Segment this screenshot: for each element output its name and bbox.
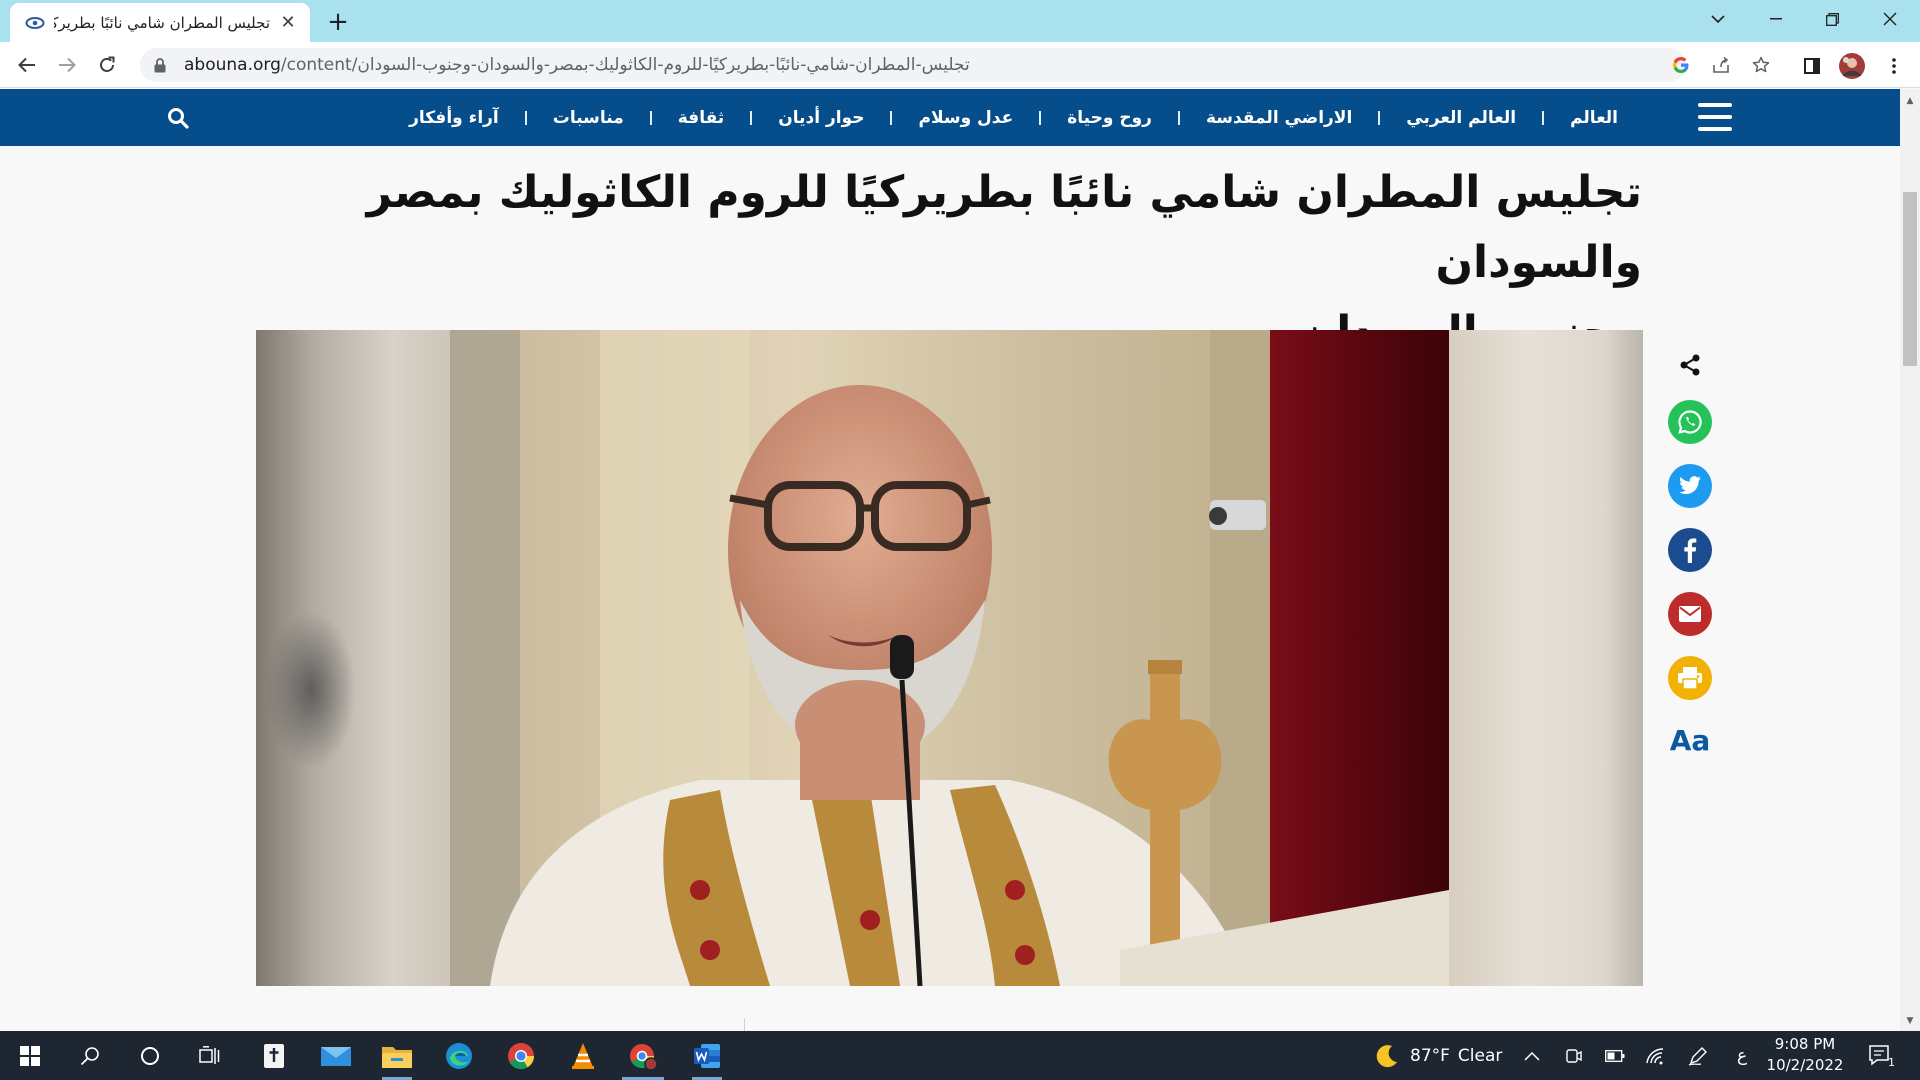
search-icon[interactable] [164,104,192,132]
wifi-icon[interactable] [1645,1031,1665,1080]
nav-link-occasions[interactable]: مناسبات [527,108,650,128]
browser-tab-strip: تجليس المطران شامي نائبًا بطريركيًا ✕ + [0,0,1920,42]
side-panel-icon[interactable] [1796,50,1828,82]
show-hidden-icons-chevron-icon[interactable] [1524,1031,1540,1080]
nav-link-arab-world[interactable]: العالم العربي [1380,108,1542,128]
share-page-icon[interactable] [1706,50,1736,80]
meta-divider [744,1018,745,1031]
file-explorer-icon[interactable] [372,1031,422,1080]
weather-widget[interactable]: 87°F Clear [1374,1031,1502,1080]
nav-link-world[interactable]: العالم [1544,108,1644,128]
headline-line-1: تجليس المطران شامي نائبًا بطريركيًا للرو… [366,167,1642,288]
hero-blur-left [256,330,450,986]
nav-link-justice-and-peace[interactable]: عدل وسلام [892,108,1039,128]
font-size-button[interactable]: Aa [1668,720,1712,760]
whatsapp-share-icon[interactable] [1668,400,1712,444]
nav-link-opinions[interactable]: آراء وأفكار [383,108,525,128]
task-view-icon[interactable] [185,1031,235,1080]
bookmark-star-icon[interactable] [1746,50,1776,80]
clock-date: 10/2/2022 [1766,1056,1844,1074]
browser-menu-dots-icon[interactable] [1878,50,1910,82]
moon-weather-icon [1374,1043,1400,1069]
weather-condition: Clear [1457,1045,1503,1066]
hero-photo-bishop [450,330,1449,986]
nav-link-spirit-and-life[interactable]: روح وحياة [1041,108,1178,128]
tab-search-chevron-icon[interactable] [1690,0,1746,38]
profile-avatar[interactable] [1836,50,1868,82]
nav-link-interfaith-dialogue[interactable]: حوار أديان [752,108,890,128]
restore-window-button[interactable] [1804,0,1860,38]
pen-workspace-icon[interactable] [1688,1031,1708,1080]
weather-temperature: 87°F [1410,1045,1450,1066]
nav-link-culture[interactable]: ثقافة [652,108,750,128]
article-hero-image [256,330,1643,986]
article-meta-strip [0,1010,1900,1031]
print-icon[interactable] [1668,656,1712,700]
nav-separator [1378,110,1381,125]
nav-separator [1039,110,1042,125]
notifications-count: 1 [1888,1056,1895,1069]
scrollbar-thumb[interactable] [1903,192,1917,366]
windows-start-icon[interactable] [5,1031,55,1080]
vlc-player-icon[interactable] [558,1031,608,1080]
nav-separator [524,110,527,125]
nav-link-holy-land[interactable]: الاراضي المقدسة [1180,108,1378,128]
bible-app-icon[interactable] [249,1031,299,1080]
meet-now-icon[interactable] [1565,1031,1583,1080]
browser-toolbar: abouna.org/content/تجليس-المطران-شامي-نا… [0,42,1920,88]
cortana-icon[interactable] [125,1031,175,1080]
share-toolbar: Aa [1668,350,1714,760]
action-center-icon[interactable]: 1 [1868,1031,1895,1080]
hero-blur-right [1449,330,1643,986]
url-text: abouna.org/content/تجليس-المطران-شامي-نا… [184,55,970,75]
edge-browser-icon[interactable] [434,1031,484,1080]
mail-app-icon[interactable] [311,1031,361,1080]
nav-separator [890,110,893,125]
system-clock[interactable]: 9:08 PM 10/2/2022 [1760,1034,1850,1076]
chrome-profile-window-icon[interactable] [618,1031,668,1080]
browser-tab-active[interactable]: تجليس المطران شامي نائبًا بطريركيًا ✕ [10,3,310,42]
nav-separator [750,110,753,125]
word-app-icon[interactable] [682,1031,732,1080]
taskbar-search-icon[interactable] [65,1031,115,1080]
lock-icon[interactable] [154,56,172,74]
windows-taskbar: 87°F Clear ع 9:08 PM 10/2/2022 1 [0,1031,1920,1080]
main-menu: العالم العالم العربي الاراضي المقدسة روح… [383,89,1644,146]
email-share-icon[interactable] [1668,592,1712,636]
nav-separator [1177,110,1180,125]
scroll-up-arrow-icon[interactable]: ▲ [1903,94,1917,108]
nav-separator [649,110,652,125]
scroll-down-arrow-icon[interactable]: ▼ [1903,1014,1917,1028]
clock-time: 9:08 PM [1774,1035,1836,1053]
address-bar[interactable]: abouna.org/content/تجليس-المطران-شامي-نا… [140,48,1686,82]
minimize-window-button[interactable] [1748,0,1804,38]
chrome-icon[interactable] [496,1031,546,1080]
tab-close-icon[interactable]: ✕ [276,11,300,35]
forward-arrow-icon[interactable] [49,47,85,83]
battery-icon[interactable] [1605,1031,1625,1080]
google-icon[interactable] [1666,50,1696,80]
site-navigation-bar: العالم العالم العربي الاراضي المقدسة روح… [0,89,1900,146]
site-favicon-icon [24,12,46,34]
hamburger-menu-icon[interactable] [1698,103,1732,131]
twitter-share-icon[interactable] [1668,464,1712,508]
back-arrow-icon[interactable] [9,47,45,83]
new-tab-button[interactable]: + [322,6,354,38]
share-icon[interactable] [1668,350,1712,380]
facebook-share-icon[interactable] [1668,528,1712,572]
tab-title: تجليس المطران شامي نائبًا بطريركيًا [54,13,270,32]
reload-icon[interactable] [89,47,125,83]
close-window-button[interactable] [1862,0,1918,38]
input-language-indicator[interactable]: ع [1737,1031,1747,1080]
nav-separator [1542,110,1545,125]
